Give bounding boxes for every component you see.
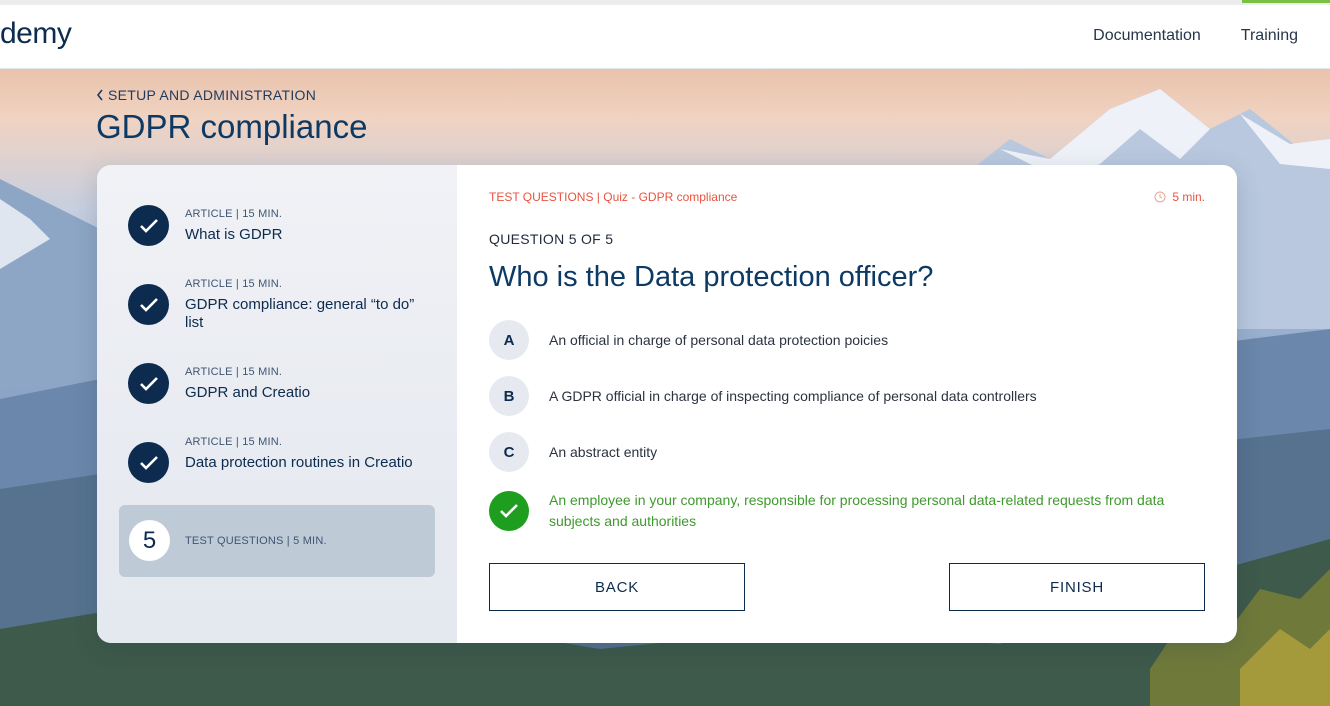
- correct-check-icon: [489, 491, 529, 531]
- breadcrumb-label: SETUP AND ADMINISTRATION: [108, 87, 317, 103]
- top-nav: Documentation Training: [1093, 27, 1298, 45]
- completed-check-icon: [128, 442, 169, 483]
- option-text: An abstract entity: [549, 443, 658, 460]
- breadcrumb[interactable]: SETUP AND ADMINISTRATION: [96, 87, 316, 103]
- quiz-panel: TEST QUESTIONS | Quiz - GDPR compliance …: [457, 165, 1237, 643]
- lesson-item-2[interactable]: ARTICLE | 15 MIN. GDPR compliance: gener…: [119, 275, 435, 335]
- nav-documentation[interactable]: Documentation: [1093, 27, 1201, 45]
- quiz-breadcrumb: TEST QUESTIONS | Quiz - GDPR compliance: [489, 190, 738, 204]
- top-accent-bar: [1242, 0, 1330, 3]
- option-text: An employee in your company, responsible…: [549, 492, 1165, 529]
- back-button[interactable]: BACK: [489, 563, 745, 611]
- lesson-title: What is GDPR: [185, 226, 283, 243]
- chevron-left-icon: [96, 89, 103, 101]
- page-title: GDPR compliance: [96, 108, 368, 145]
- option-text: An official in charge of personal data p…: [549, 331, 889, 348]
- completed-check-icon: [128, 363, 169, 404]
- lesson-meta: ARTICLE | 15 MIN.: [185, 436, 283, 448]
- finish-button[interactable]: FINISH: [949, 563, 1205, 611]
- lesson-item-5-active[interactable]: 5 TEST QUESTIONS | 5 MIN.: [119, 505, 435, 577]
- answer-option-a[interactable]: A An official in charge of personal data…: [489, 320, 1209, 360]
- logo[interactable]: demy: [0, 17, 72, 51]
- lesson-title: Data protection routines in Creatio: [185, 454, 413, 471]
- nav-training[interactable]: Training: [1241, 27, 1298, 45]
- lesson-meta: ARTICLE | 15 MIN.: [185, 278, 283, 290]
- lesson-item-3[interactable]: ARTICLE | 15 MIN. GDPR and Creatio: [119, 363, 435, 413]
- option-letter: B: [489, 376, 529, 416]
- option-letter: A: [489, 320, 529, 360]
- answer-option-d-correct[interactable]: An employee in your company, responsible…: [489, 490, 1209, 532]
- lesson-meta: TEST QUESTIONS | 5 MIN.: [185, 535, 327, 547]
- lesson-meta: ARTICLE | 15 MIN.: [185, 366, 283, 378]
- lesson-item-1[interactable]: ARTICLE | 15 MIN. What is GDPR: [119, 205, 435, 255]
- lesson-title: GDPR compliance: general “to do” list: [185, 296, 415, 331]
- clock-icon: [1154, 191, 1166, 203]
- lesson-item-4[interactable]: ARTICLE | 15 MIN. Data protection routin…: [119, 433, 435, 493]
- lesson-title: GDPR and Creatio: [185, 384, 311, 401]
- completed-check-icon: [128, 284, 169, 325]
- lesson-meta: ARTICLE | 15 MIN.: [185, 208, 283, 220]
- timer-label: 5 min.: [1172, 190, 1205, 204]
- site-header: demy Documentation Training: [0, 5, 1330, 69]
- lesson-number-badge: 5: [129, 520, 170, 561]
- answer-option-c[interactable]: C An abstract entity: [489, 432, 1209, 472]
- question-title: Who is the Data protection officer?: [489, 261, 934, 293]
- option-letter: C: [489, 432, 529, 472]
- course-card: ARTICLE | 15 MIN. What is GDPR ARTICLE |…: [97, 165, 1237, 643]
- lesson-sidebar: ARTICLE | 15 MIN. What is GDPR ARTICLE |…: [97, 165, 457, 643]
- option-text: A GDPR official in charge of inspecting …: [549, 387, 1037, 404]
- quiz-timer: 5 min.: [1154, 190, 1205, 204]
- question-counter: QUESTION 5 OF 5: [489, 231, 614, 247]
- answer-option-b[interactable]: B A GDPR official in charge of inspectin…: [489, 376, 1209, 416]
- completed-check-icon: [128, 205, 169, 246]
